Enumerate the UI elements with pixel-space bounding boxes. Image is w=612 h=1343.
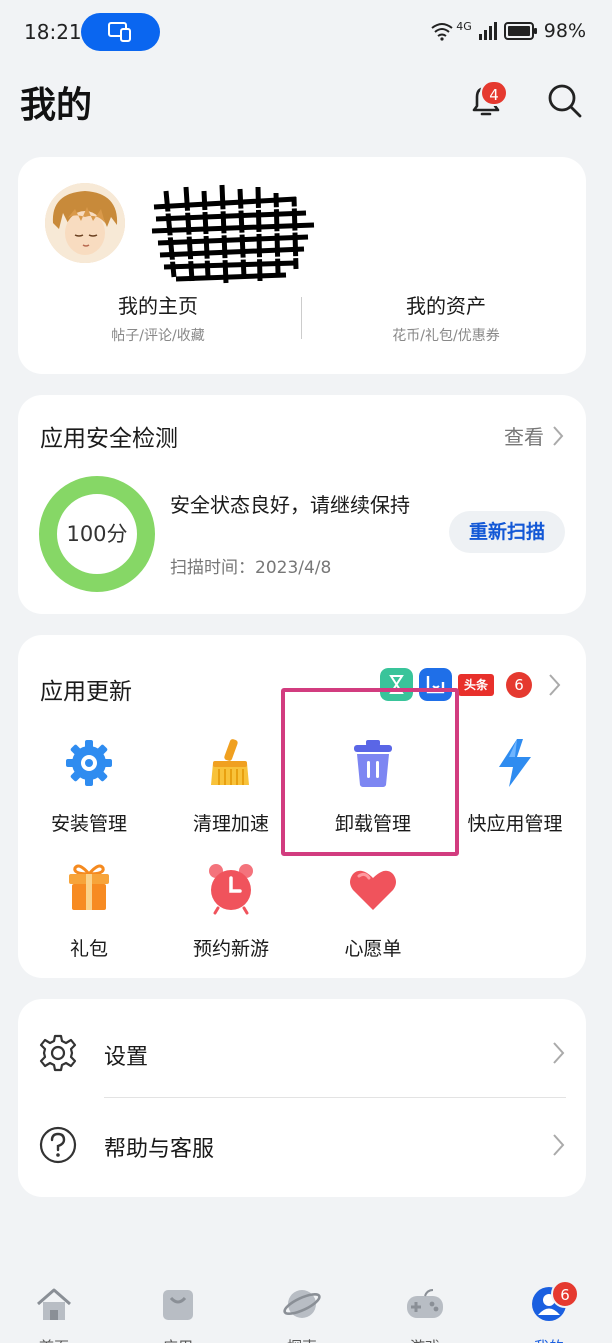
quick-app-management-item[interactable]: 快应用管理 (444, 735, 586, 836)
nav-label: 探索 (252, 1336, 352, 1343)
alarm-clock-icon (209, 864, 253, 915)
profile-card: 我的主页 帖子/评论/收藏 我的资产 花币/礼包/优惠券 (18, 157, 586, 374)
screen-cast-pill[interactable] (81, 13, 160, 51)
settings-row[interactable]: 设置 (18, 1007, 586, 1099)
tool-label: 心愿单 (344, 938, 402, 960)
help-support-label: 帮助与客服 (104, 1137, 215, 1162)
settings-label: 设置 (104, 1045, 149, 1070)
broom-icon (211, 739, 249, 785)
nav-label: 游戏 (375, 1336, 475, 1343)
nav-explore[interactable]: 探索 (252, 1274, 352, 1343)
my-homepage-entry[interactable]: 我的主页 帖子/评论/收藏 (18, 290, 298, 345)
help-support-row[interactable]: 帮助与客服 (18, 1099, 586, 1191)
battery-percent: 98% (543, 20, 586, 42)
nav-label: 首页 (4, 1336, 104, 1343)
status-time: 18:21 (24, 20, 82, 44)
app-update-title[interactable]: 应用更新 (40, 672, 132, 706)
rescan-button[interactable]: 重新扫描 (449, 511, 565, 553)
chevron-right-icon (553, 1134, 565, 1156)
gear-outline-icon (39, 1034, 77, 1072)
heart-icon (350, 870, 396, 910)
update-count-badge: 6 (506, 672, 532, 698)
settings-divider (104, 1097, 566, 1098)
search-icon[interactable] (544, 80, 584, 120)
redacted-username-scribble (151, 184, 315, 284)
nav-label: 应用 (128, 1336, 228, 1343)
my-homepage-subtitle: 帖子/评论/收藏 (111, 328, 205, 344)
status-bar: 18:21 4G 98% (0, 0, 612, 64)
chevron-right-icon (553, 1042, 565, 1064)
nav-mine-badge: 6 (551, 1280, 579, 1308)
security-status: 安全状态良好，请继续保持 (170, 493, 410, 517)
bag-icon (163, 1290, 193, 1320)
tool-label: 礼包 (69, 938, 108, 960)
help-icon (39, 1126, 77, 1164)
my-assets-title: 我的资产 (406, 294, 486, 318)
wifi-icon (431, 23, 453, 41)
nav-apps[interactable]: 应用 (128, 1274, 228, 1343)
notification-badge: 4 (480, 80, 508, 106)
bottom-nav: 首页 应用 探索 游戏 我的 (0, 1274, 612, 1343)
nav-games[interactable]: 游戏 (375, 1274, 475, 1343)
screen-cast-icon (108, 22, 131, 42)
security-view-link[interactable]: 查看 (504, 421, 564, 450)
network-type: 4G (456, 19, 472, 33)
avatar[interactable] (45, 183, 125, 263)
install-management-item[interactable]: 安装管理 (18, 735, 160, 836)
gift-pack-item[interactable]: 礼包 (18, 860, 160, 961)
home-icon (37, 1288, 71, 1320)
signal-icon (478, 22, 497, 40)
gift-icon (69, 864, 109, 910)
tool-label: 快应用管理 (467, 813, 563, 835)
nav-home[interactable]: 首页 (4, 1274, 104, 1343)
nav-mine[interactable]: 我的 (499, 1274, 599, 1343)
planet-icon (283, 1290, 321, 1318)
profile-divider (301, 297, 302, 339)
battery-icon (503, 22, 537, 40)
reserve-new-game-item[interactable]: 预约新游 (160, 860, 302, 961)
chevron-right-icon (553, 425, 564, 446)
security-view-label: 查看 (504, 425, 544, 449)
security-card: 应用安全检测 查看 100分 安全状态良好，请继续保持 扫描时间：2023/4/… (18, 395, 586, 614)
my-assets-subtitle: 花币/礼包/优惠券 (392, 328, 500, 344)
gear-icon (66, 740, 112, 786)
lightning-icon (499, 739, 531, 787)
tool-label: 安装管理 (50, 813, 127, 835)
security-scan-time: 扫描时间：2023/4/8 (170, 558, 332, 578)
tool-label: 预约新游 (192, 938, 269, 960)
security-score: 100分 (66, 522, 128, 546)
nav-label: 我的 (499, 1336, 599, 1343)
settings-card: 设置 帮助与客服 (18, 999, 586, 1197)
highlight-box (281, 688, 459, 856)
chevron-right-icon[interactable] (548, 673, 562, 697)
my-assets-entry[interactable]: 我的资产 花币/礼包/优惠券 (306, 290, 586, 345)
page-title: 我的 (20, 85, 93, 126)
gamepad-icon (407, 1289, 443, 1318)
my-homepage-title: 我的主页 (118, 294, 198, 318)
security-title: 应用安全检测 (40, 426, 178, 452)
status-indicators: 4G 98% (430, 20, 586, 42)
wishlist-item[interactable]: 心愿单 (302, 860, 444, 961)
toutiao-app-icon: 头条 (458, 673, 494, 696)
